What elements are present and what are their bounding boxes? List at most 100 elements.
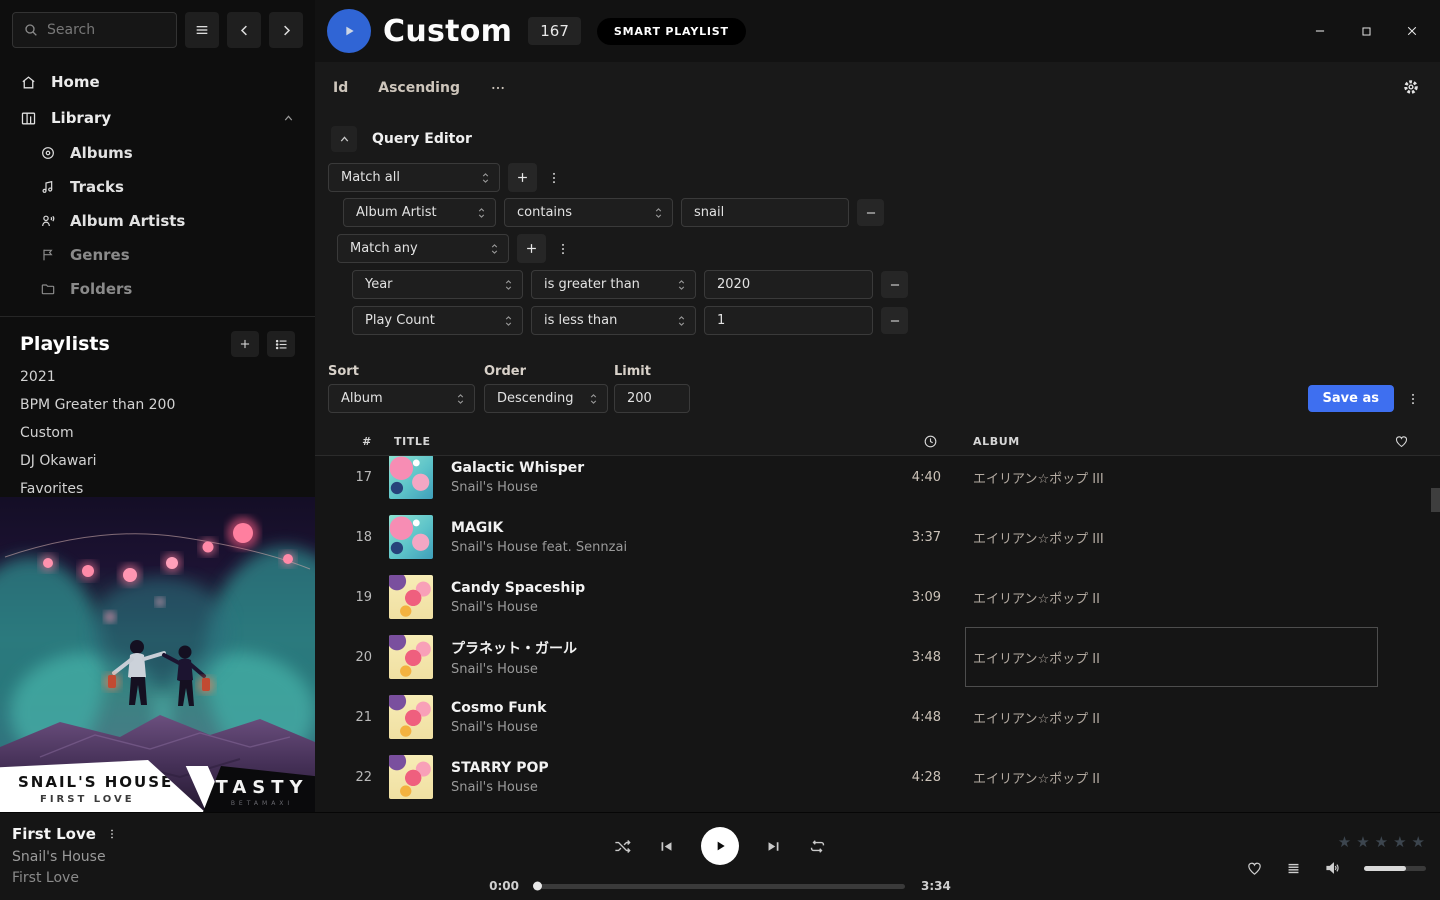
nav-forward-button[interactable] <box>269 12 303 48</box>
track-album[interactable]: エイリアン☆ポップ II <box>973 648 1100 667</box>
track-number: 19 <box>315 590 372 605</box>
limit-input[interactable] <box>614 384 690 413</box>
add-rule-button[interactable] <box>508 163 537 192</box>
star-icon[interactable]: ★ <box>1375 833 1389 851</box>
add-playlist-button[interactable] <box>231 331 259 357</box>
window-close-button[interactable] <box>1396 15 1428 47</box>
playlist-item-2021[interactable]: 2021 <box>0 363 315 391</box>
playlist-item-dj-okawari[interactable]: DJ Okawari <box>0 447 315 475</box>
sidebar-item-library[interactable]: Library <box>0 100 315 136</box>
add-group-rule-button[interactable] <box>517 234 546 263</box>
remove-group-rule-button[interactable] <box>881 271 908 298</box>
star-icon[interactable]: ★ <box>1356 833 1370 851</box>
track-album[interactable]: エイリアン☆ポップ III <box>973 468 1104 487</box>
column-header-title[interactable]: TITLE <box>394 435 431 448</box>
rule-group-menu-icon[interactable] <box>545 163 563 192</box>
rule-value-input[interactable] <box>681 198 849 227</box>
track-title[interactable]: Cosmo Funk <box>451 700 546 716</box>
queue-button[interactable] <box>1285 860 1302 877</box>
track-artist[interactable]: Snail's House <box>451 780 549 795</box>
table-scrollbar-thumb[interactable] <box>1431 488 1440 512</box>
menu-button[interactable] <box>185 12 219 48</box>
track-title[interactable]: プラネット・ガール <box>451 638 577 658</box>
track-album[interactable]: エイリアン☆ポップ III <box>973 528 1104 547</box>
search-box[interactable] <box>12 12 177 48</box>
search-input[interactable] <box>47 22 157 38</box>
track-artist[interactable]: Snail's House <box>451 720 546 735</box>
rule-operator-select[interactable]: contains <box>504 198 673 227</box>
track-album[interactable]: エイリアン☆ポップ II <box>973 768 1100 787</box>
shuffle-button[interactable] <box>613 837 632 856</box>
window-maximize-button[interactable] <box>1350 15 1382 47</box>
next-track-button[interactable] <box>765 838 782 855</box>
group-rule-field-select[interactable]: Play Count <box>352 306 523 335</box>
more-options-icon[interactable] <box>490 80 506 96</box>
group-rule-value-input[interactable] <box>704 270 873 299</box>
track-album[interactable]: エイリアン☆ポップ II <box>973 588 1100 607</box>
select-stepper-icon <box>653 206 664 220</box>
save-menu-icon[interactable] <box>1404 384 1422 413</box>
playlist-item-custom[interactable]: Custom <box>0 419 315 447</box>
track-album[interactable]: エイリアン☆ポップ II <box>973 708 1100 727</box>
group-rule-operator-select[interactable]: is less than <box>531 306 696 335</box>
track-title[interactable]: MAGIK <box>451 520 627 536</box>
sidebar-item-folders[interactable]: Folders <box>0 272 315 306</box>
repeat-button[interactable] <box>808 837 827 856</box>
group-menu-icon[interactable] <box>554 234 572 263</box>
favorite-button[interactable] <box>1246 860 1263 877</box>
star-icon[interactable]: ★ <box>1338 833 1352 851</box>
favorite-heart-icon[interactable] <box>1394 434 1409 449</box>
settings-gear-icon[interactable] <box>1402 78 1420 96</box>
match-any-select[interactable]: Match any <box>337 234 509 263</box>
table-row[interactable]: 22 STARRY POP Snail's House 4:28 エイリアン☆ポ… <box>315 747 1440 807</box>
sidebar-item-albums[interactable]: Albums <box>0 136 315 170</box>
order-select[interactable]: Descending <box>484 384 608 413</box>
seek-slider[interactable] <box>535 884 905 889</box>
volume-slider[interactable] <box>1364 866 1426 871</box>
window-minimize-button[interactable] <box>1304 15 1336 47</box>
table-row[interactable]: 20 プラネット・ガール Snail's House 3:48 エイリアン☆ポッ… <box>315 627 1440 687</box>
table-row[interactable]: 17 Galactic Whisper Snail's House 4:40 エ… <box>315 456 1440 507</box>
sidebar-item-genres[interactable]: Genres <box>0 238 315 272</box>
nav-back-button[interactable] <box>227 12 261 48</box>
star-icon[interactable]: ★ <box>1412 833 1426 851</box>
manage-playlists-button[interactable] <box>267 331 295 357</box>
volume-icon[interactable] <box>1324 859 1342 877</box>
play-pause-button[interactable] <box>701 827 739 865</box>
column-header-album[interactable]: ALBUM <box>973 435 1020 448</box>
track-artist[interactable]: Snail's House <box>451 600 585 615</box>
group-rule-field-select[interactable]: Year <box>352 270 523 299</box>
sidebar-item-album-artists[interactable]: Album Artists <box>0 204 315 238</box>
duration-clock-icon[interactable] <box>923 434 938 449</box>
sort-field-control[interactable]: Id <box>333 80 348 96</box>
star-icon[interactable]: ★ <box>1393 833 1407 851</box>
sidebar-item-home[interactable]: Home <box>0 64 315 100</box>
match-all-select[interactable]: Match all <box>328 163 500 192</box>
sort-direction-control[interactable]: Ascending <box>378 80 460 96</box>
track-title[interactable]: Candy Spaceship <box>451 580 585 596</box>
now-playing-album-art[interactable]: SNAIL'S HOUSE FIRST LOVE TASTY BETAMAXI <box>0 497 315 812</box>
group-rule-value-input[interactable] <box>704 306 873 335</box>
query-editor-collapse-button[interactable] <box>331 126 357 152</box>
play-playlist-button[interactable] <box>327 9 371 53</box>
table-row[interactable]: 18 MAGIK Snail's House feat. Sennzai 3:3… <box>315 507 1440 567</box>
column-header-number[interactable]: # <box>315 435 372 448</box>
remove-rule-button[interactable] <box>857 199 884 226</box>
playlist-item-bpm[interactable]: BPM Greater than 200 <box>0 391 315 419</box>
rule-field-select[interactable]: Album Artist <box>343 198 496 227</box>
save-as-button[interactable]: Save as <box>1308 385 1394 412</box>
sidebar-item-tracks[interactable]: Tracks <box>0 170 315 204</box>
track-artist[interactable]: Snail's House <box>451 480 584 495</box>
chevron-up-icon[interactable] <box>282 112 295 125</box>
track-title[interactable]: STARRY POP <box>451 760 549 776</box>
table-row[interactable]: 21 Cosmo Funk Snail's House 4:48 エイリアン☆ポ… <box>315 687 1440 747</box>
seek-slider-thumb[interactable] <box>533 882 542 891</box>
track-artist[interactable]: Snail's House feat. Sennzai <box>451 540 627 555</box>
track-artist[interactable]: Snail's House <box>451 662 577 677</box>
previous-track-button[interactable] <box>658 838 675 855</box>
table-row[interactable]: 19 Candy Spaceship Snail's House 3:09 エイ… <box>315 567 1440 627</box>
track-title[interactable]: Galactic Whisper <box>451 460 584 476</box>
remove-group-rule-button[interactable] <box>881 307 908 334</box>
group-rule-operator-select[interactable]: is greater than <box>531 270 696 299</box>
sort-select[interactable]: Album <box>328 384 475 413</box>
